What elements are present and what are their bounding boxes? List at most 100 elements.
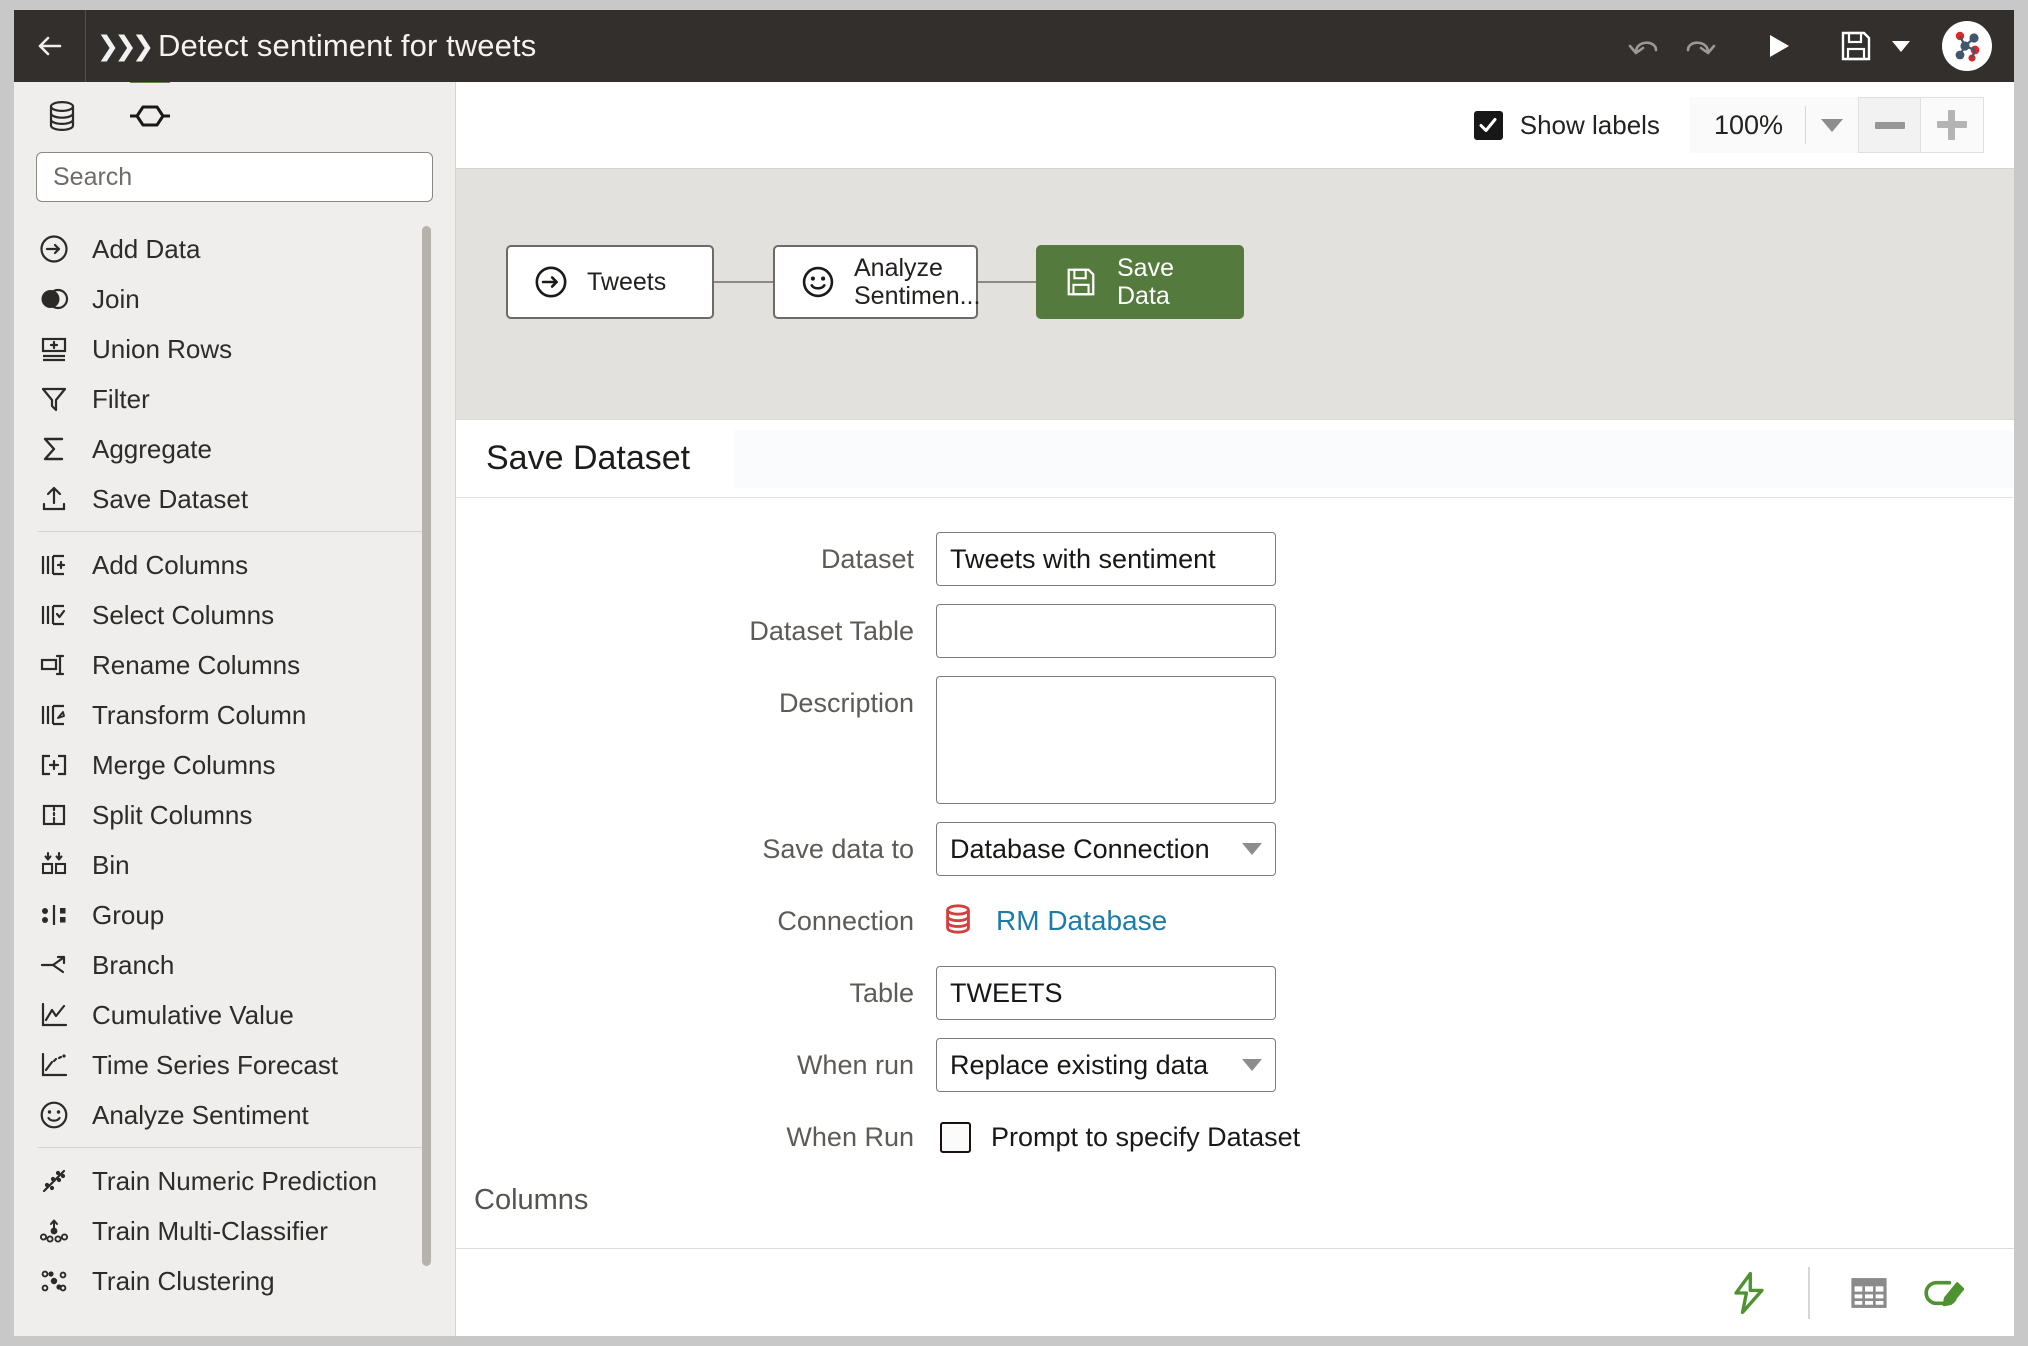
workflow-node-tweets[interactable]: Tweets <box>506 245 714 319</box>
status-bar <box>456 1248 2014 1336</box>
sidebar-item-analyze-sentiment[interactable]: Analyze Sentiment <box>14 1090 455 1140</box>
description-label: Description <box>778 688 914 718</box>
sidebar-tab-operators[interactable] <box>124 82 176 142</box>
menu-chevrons-button[interactable]: ❯❯❯ <box>86 31 155 62</box>
plus-icon <box>1937 110 1967 140</box>
sidebar-item-transform-column[interactable]: Transform Column <box>14 690 455 740</box>
run-button[interactable] <box>1750 10 1806 82</box>
sidebar-item-label: Analyze Sentiment <box>92 1099 309 1130</box>
sidebar-item-label: Group <box>92 899 165 930</box>
field-row-when-run: When run Replace existing data <box>456 1038 2014 1092</box>
sidebar-item-cumulative-value[interactable]: Cumulative Value <box>14 990 455 1040</box>
prompt-dataset-checkbox[interactable] <box>940 1121 971 1153</box>
sigma-icon <box>38 433 70 465</box>
app-body: Search Add Data Join Union Rows Filter A… <box>14 82 2014 1336</box>
sidebar-tab-data[interactable] <box>36 90 88 142</box>
search-input[interactable]: Search <box>36 152 433 202</box>
classifier-tree-icon <box>38 1215 70 1247</box>
sidebar-item-union-rows[interactable]: Union Rows <box>14 324 455 374</box>
zoom-in-button[interactable] <box>1921 97 1984 153</box>
sidebar-item-train-clustering[interactable]: Train Clustering <box>14 1256 455 1306</box>
sidebar-item-label: Cumulative Value <box>92 999 294 1030</box>
field-row-dataset-table: Dataset Table <box>456 604 2014 658</box>
save-button[interactable] <box>1828 10 1884 82</box>
workflow-node-analyze-sentiment[interactable]: Analyze Sentimen... <box>773 245 980 319</box>
sidebar-item-rename-columns[interactable]: Rename Columns <box>14 640 455 690</box>
play-icon <box>1770 35 1789 57</box>
database-red-icon <box>940 901 976 942</box>
sidebar-item-label: Rename Columns <box>92 649 301 680</box>
undo-button[interactable] <box>1616 10 1672 82</box>
table-grid-icon[interactable] <box>1832 1263 1906 1323</box>
field-row-prompt-dataset: When Run Prompt to specify Dataset <box>456 1110 2014 1164</box>
show-labels-checkbox[interactable] <box>1473 110 1503 140</box>
sidebar-item-train-multi-classifier[interactable]: Train Multi-Classifier <box>14 1206 455 1256</box>
sidebar-item-time-series-forecast[interactable]: Time Series Forecast <box>14 1040 455 1090</box>
edit-annotate-icon[interactable] <box>1906 1263 1980 1323</box>
main-area: Show labels 100% Tweets Analyze Sentimen… <box>456 82 2014 1336</box>
sidebar-item-label: Train Multi-Classifier <box>92 1215 328 1246</box>
sidebar-item-add-columns[interactable]: Add Columns <box>14 540 455 590</box>
save-data-to-select[interactable]: Database Connection <box>936 822 1276 876</box>
when-run-select[interactable]: Replace existing data <box>936 1038 1276 1092</box>
status-separator <box>1808 1266 1810 1319</box>
field-row-description: Description <box>456 676 2014 804</box>
when-run-checkbox-label: When Run <box>786 1122 914 1152</box>
field-row-dataset: Dataset Tweets with sentiment <box>456 532 2014 586</box>
dataset-input[interactable]: Tweets with sentiment <box>936 532 1276 586</box>
table-input[interactable]: TWEETS <box>936 966 1276 1020</box>
sidebar-item-label: Split Columns <box>92 799 253 830</box>
dataset-table-input[interactable] <box>936 604 1276 658</box>
when-run-value: Replace existing data <box>950 1049 1209 1080</box>
redo-button[interactable] <box>1672 10 1728 82</box>
split-columns-icon <box>38 799 70 831</box>
prompt-dataset-label: Prompt to specify Dataset <box>991 1121 1301 1152</box>
sidebar-item-label: Add Columns <box>92 549 249 580</box>
sidebar-item-label: Save Dataset <box>92 483 249 514</box>
description-textarea[interactable] <box>936 676 1276 804</box>
workflow-node-save-data[interactable]: Save Data <box>1036 245 1244 319</box>
show-labels-toggle[interactable]: Show labels <box>1473 110 1660 141</box>
regression-scatter-icon <box>38 1165 70 1197</box>
sidebar-scrollbar[interactable] <box>422 226 431 1266</box>
sidebar-item-filter[interactable]: Filter <box>14 374 455 424</box>
connection-value-row: RM Database <box>936 894 1167 948</box>
sidebar-item-group[interactable]: Group <box>14 890 455 940</box>
prompt-dataset-row[interactable]: Prompt to specify Dataset <box>936 1110 1300 1164</box>
zoom-dropdown-button[interactable] <box>1806 97 1858 153</box>
field-row-save-data-to: Save data to Database Connection <box>456 822 2014 876</box>
sidebar-item-save-dataset[interactable]: Save Dataset <box>14 474 455 524</box>
sidebar: Search Add Data Join Union Rows Filter A… <box>14 82 456 1336</box>
sidebar-item-add-data[interactable]: Add Data <box>14 224 455 274</box>
search-container: Search <box>14 150 455 202</box>
panel-header: Save Dataset <box>456 420 2014 498</box>
sidebar-item-select-columns[interactable]: Select Columns <box>14 590 455 640</box>
sidebar-item-split-columns[interactable]: Split Columns <box>14 790 455 840</box>
sidebar-item-train-numeric-prediction[interactable]: Train Numeric Prediction <box>14 1156 455 1206</box>
sidebar-item-aggregate[interactable]: Aggregate <box>14 424 455 474</box>
save-data-to-label: Save data to <box>762 834 914 864</box>
sidebar-item-branch[interactable]: Branch <box>14 940 455 990</box>
columns-heading: Columns <box>474 1184 589 1216</box>
avatar[interactable] <box>1942 21 1992 71</box>
save-data-to-value: Database Connection <box>950 833 1210 864</box>
back-arrow-icon <box>38 36 61 56</box>
add-columns-icon <box>38 549 70 581</box>
join-venn-icon <box>38 283 70 315</box>
sidebar-item-merge-columns[interactable]: Merge Columns <box>14 740 455 790</box>
connection-link[interactable]: RM Database <box>996 905 1167 937</box>
workflow-node-label: Analyze Sentimen... <box>854 254 981 310</box>
lightning-bolt-icon[interactable] <box>1712 1263 1786 1323</box>
back-button[interactable] <box>14 10 86 82</box>
chevron-down-icon <box>1242 843 1262 855</box>
connection-label: Connection <box>777 906 914 936</box>
chevron-down-icon <box>1821 118 1843 132</box>
sidebar-item-bin[interactable]: Bin <box>14 840 455 890</box>
zoom-out-button[interactable] <box>1858 97 1921 153</box>
sidebar-item-join[interactable]: Join <box>14 274 455 324</box>
arrow-in-circle-icon <box>530 261 572 303</box>
workflow-canvas[interactable]: Tweets Analyze Sentimen... Save Data <box>456 168 2014 420</box>
undo-icon <box>1628 41 1658 55</box>
minus-icon <box>1874 121 1905 129</box>
save-dropdown-button[interactable] <box>1884 10 1918 82</box>
